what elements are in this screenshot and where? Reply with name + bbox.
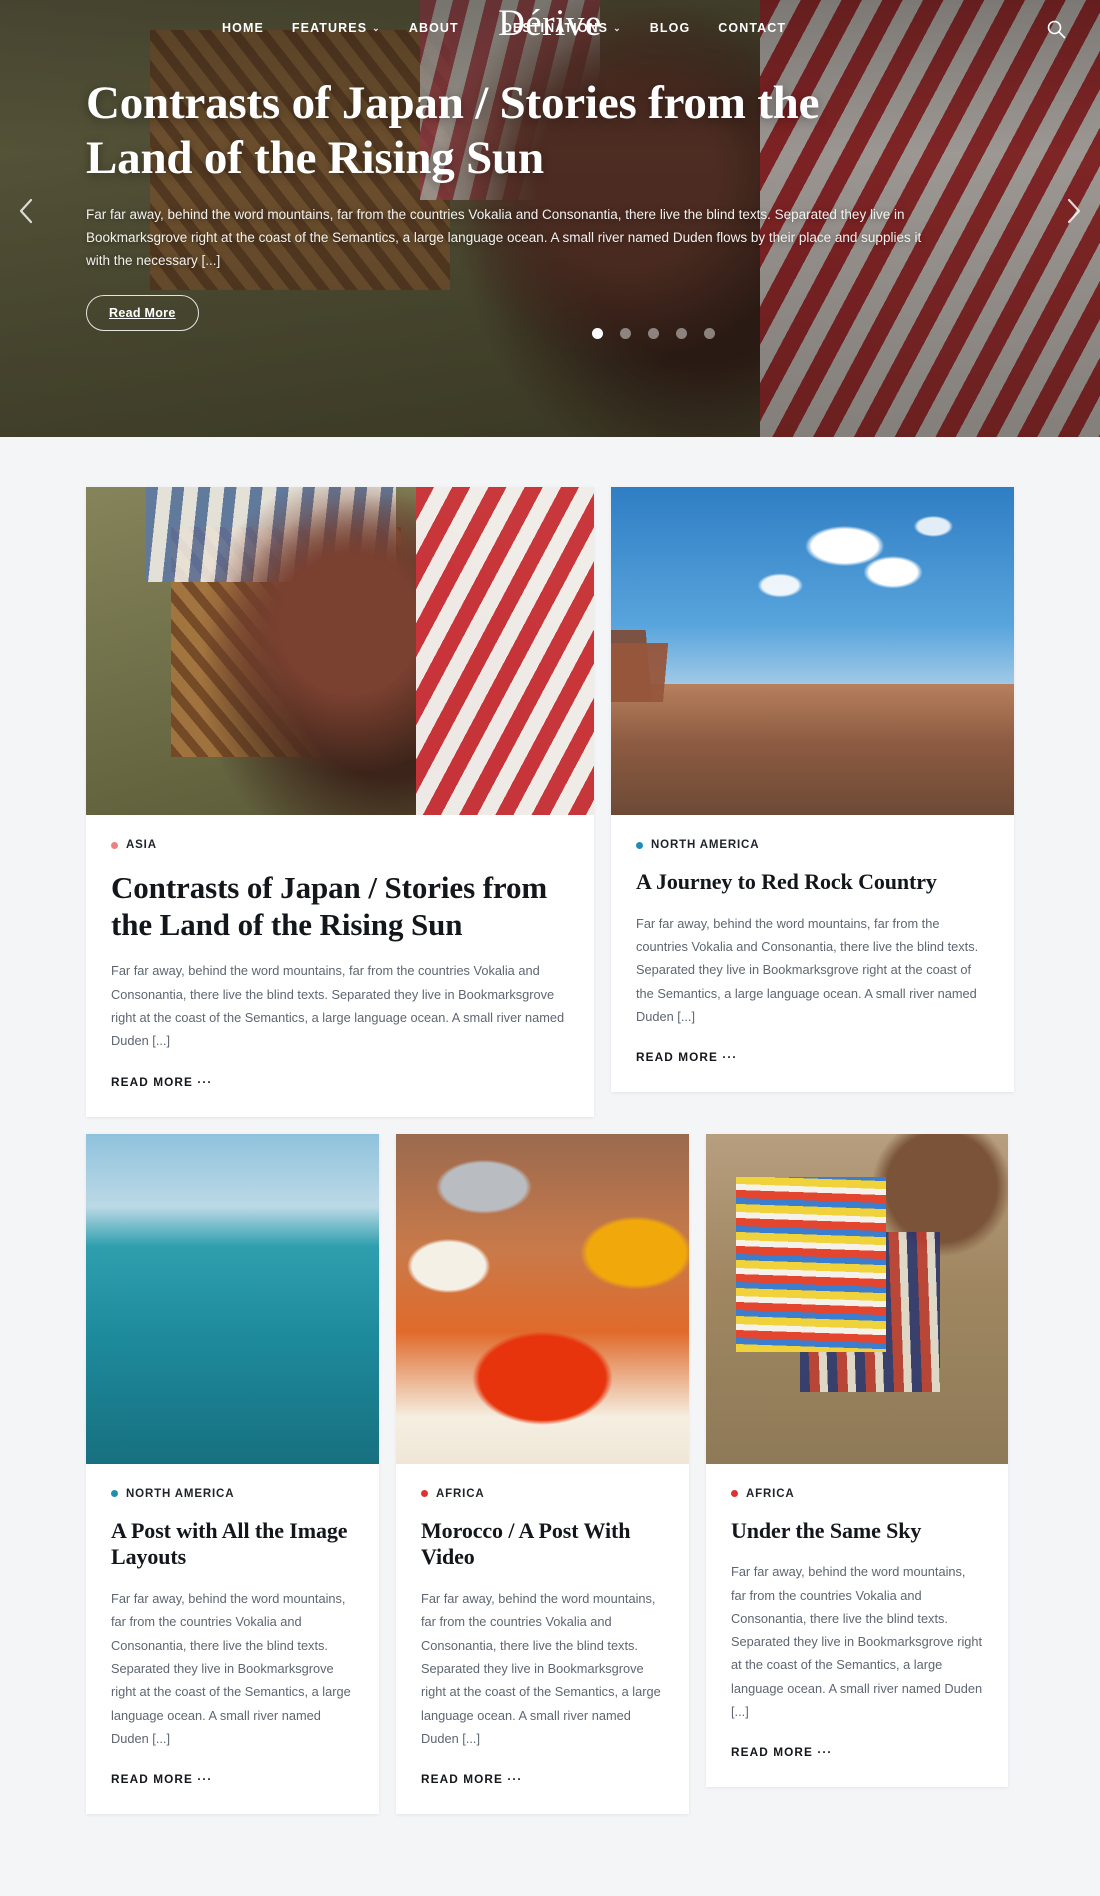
post-category-label: AFRICA bbox=[436, 1487, 485, 1500]
post-card-body: AFRICA Morocco / A Post With Video Far f… bbox=[396, 1464, 689, 1815]
post-thumbnail-bridge[interactable] bbox=[86, 1133, 379, 1464]
post-card-red-rock[interactable]: NORTH AMERICA A Journey to Red Rock Coun… bbox=[611, 487, 1014, 1093]
hero-slider: HOME FEATURES ⌄ ABOUT DESTINATIONS ⌄ BLOG … bbox=[0, 0, 1100, 437]
post-excerpt: Far far away, behind the word mountains,… bbox=[636, 915, 979, 1024]
nav-item-label: BLOG bbox=[649, 21, 691, 35]
post-card-under-same-sky[interactable]: AFRICA Under the Same Sky Far far away, … bbox=[706, 1133, 1008, 1788]
post-excerpt: Far far away, behind the word mountains,… bbox=[421, 1591, 661, 1746]
post-read-more-link[interactable]: READ MORE ··· bbox=[111, 1075, 212, 1089]
chevron-down-icon: ⌄ bbox=[613, 22, 622, 33]
post-thumbnail-red-rock[interactable] bbox=[611, 487, 1014, 815]
post-title[interactable]: A Journey to Red Rock Country bbox=[636, 869, 989, 896]
post-title[interactable]: Contrasts of Japan / Stories from the La… bbox=[111, 869, 569, 943]
category-dot-icon bbox=[111, 1490, 118, 1497]
post-card-body: AFRICA Under the Same Sky Far far away, … bbox=[706, 1464, 1008, 1788]
hero-title: Contrasts of Japan / Stories from the La… bbox=[86, 77, 820, 185]
slider-dot-4[interactable] bbox=[676, 328, 687, 339]
post-category-label: NORTH AMERICA bbox=[126, 1487, 235, 1500]
nav-item-features[interactable]: FEATURES ⌄ bbox=[292, 21, 381, 35]
post-grid: ASIA Contrasts of Japan / Stories from t… bbox=[0, 437, 1100, 1815]
nav-item-home[interactable]: HOME bbox=[222, 21, 264, 35]
post-read-more-link[interactable]: READ MORE ··· bbox=[421, 1772, 522, 1786]
nav-item-blog[interactable]: BLOG bbox=[650, 21, 691, 35]
post-card-body: NORTH AMERICA A Post with All the Image … bbox=[86, 1464, 379, 1815]
post-card-morocco[interactable]: AFRICA Morocco / A Post With Video Far f… bbox=[396, 1133, 689, 1815]
site-logo: Dérive bbox=[0, 2, 1100, 45]
post-category[interactable]: NORTH AMERICA bbox=[111, 1488, 354, 1500]
nav-item-about[interactable]: ABOUT bbox=[409, 21, 459, 35]
nav-left-group: HOME FEATURES ⌄ ABOUT bbox=[222, 21, 459, 35]
slider-dot-5[interactable] bbox=[704, 328, 715, 339]
post-category[interactable]: AFRICA bbox=[421, 1488, 664, 1500]
nav-item-label: FEATURES bbox=[291, 21, 368, 35]
post-category-label: NORTH AMERICA bbox=[651, 839, 760, 851]
post-category[interactable]: AFRICA bbox=[731, 1488, 983, 1500]
post-thumbnail-people[interactable] bbox=[706, 1133, 1008, 1464]
category-dot-icon bbox=[636, 841, 643, 849]
slider-dot-1[interactable] bbox=[592, 328, 603, 339]
category-dot-icon bbox=[731, 1490, 738, 1497]
post-excerpt: Far far away, behind the word mountains,… bbox=[731, 1564, 983, 1720]
post-grid-row-1: ASIA Contrasts of Japan / Stories from t… bbox=[86, 487, 1014, 1117]
post-read-more-link[interactable]: READ MORE ··· bbox=[731, 1745, 832, 1759]
chevron-down-icon: ⌄ bbox=[372, 22, 381, 33]
post-category-label: ASIA bbox=[126, 839, 157, 851]
slider-dot-3[interactable] bbox=[648, 328, 659, 339]
post-category[interactable]: ASIA bbox=[111, 839, 569, 851]
nav-item-label: ABOUT bbox=[408, 21, 459, 35]
post-title[interactable]: Morocco / A Post With Video bbox=[421, 1518, 664, 1572]
search-icon[interactable] bbox=[1045, 18, 1067, 40]
slider-next-arrow[interactable] bbox=[1058, 196, 1088, 226]
category-dot-icon bbox=[421, 1490, 428, 1497]
hero-content: Contrasts of Japan / Stories from the La… bbox=[0, 56, 1020, 331]
site-logo-text[interactable]: Dérive bbox=[498, 3, 602, 44]
post-card-japan[interactable]: ASIA Contrasts of Japan / Stories from t… bbox=[86, 487, 594, 1117]
post-thumbnail-spices[interactable] bbox=[396, 1133, 689, 1464]
post-category-label: AFRICA bbox=[746, 1487, 795, 1500]
hero-read-more-button[interactable]: Read More bbox=[86, 294, 199, 331]
post-category[interactable]: NORTH AMERICA bbox=[636, 839, 989, 851]
slider-prev-arrow[interactable] bbox=[12, 196, 42, 226]
post-grid-row-2: NORTH AMERICA A Post with All the Image … bbox=[86, 1133, 1014, 1815]
nav-item-contact[interactable]: CONTACT bbox=[718, 21, 786, 35]
post-title[interactable]: Under the Same Sky bbox=[731, 1518, 983, 1545]
post-read-more-link[interactable]: READ MORE ··· bbox=[111, 1772, 212, 1786]
post-excerpt: Far far away, behind the word mountains,… bbox=[111, 963, 565, 1049]
slider-pagination bbox=[592, 328, 715, 339]
category-dot-icon bbox=[111, 841, 118, 849]
main-navigation: HOME FEATURES ⌄ ABOUT DESTINATIONS ⌄ BLOG … bbox=[0, 0, 1100, 56]
nav-item-label: HOME bbox=[222, 21, 264, 35]
post-title[interactable]: A Post with All the Image Layouts bbox=[111, 1518, 354, 1572]
post-read-more-link[interactable]: READ MORE ··· bbox=[636, 1050, 737, 1064]
post-excerpt: Far far away, behind the word mountains,… bbox=[111, 1591, 351, 1746]
post-card-body: NORTH AMERICA A Journey to Red Rock Coun… bbox=[611, 815, 1014, 1092]
post-card-image-layouts[interactable]: NORTH AMERICA A Post with All the Image … bbox=[86, 1133, 379, 1815]
post-thumbnail-japan[interactable] bbox=[86, 487, 594, 815]
hero-description: Far far away, behind the word mountains,… bbox=[86, 206, 922, 269]
slider-dot-2[interactable] bbox=[620, 328, 631, 339]
post-card-body: ASIA Contrasts of Japan / Stories from t… bbox=[86, 815, 594, 1117]
nav-item-label: CONTACT bbox=[718, 21, 787, 35]
